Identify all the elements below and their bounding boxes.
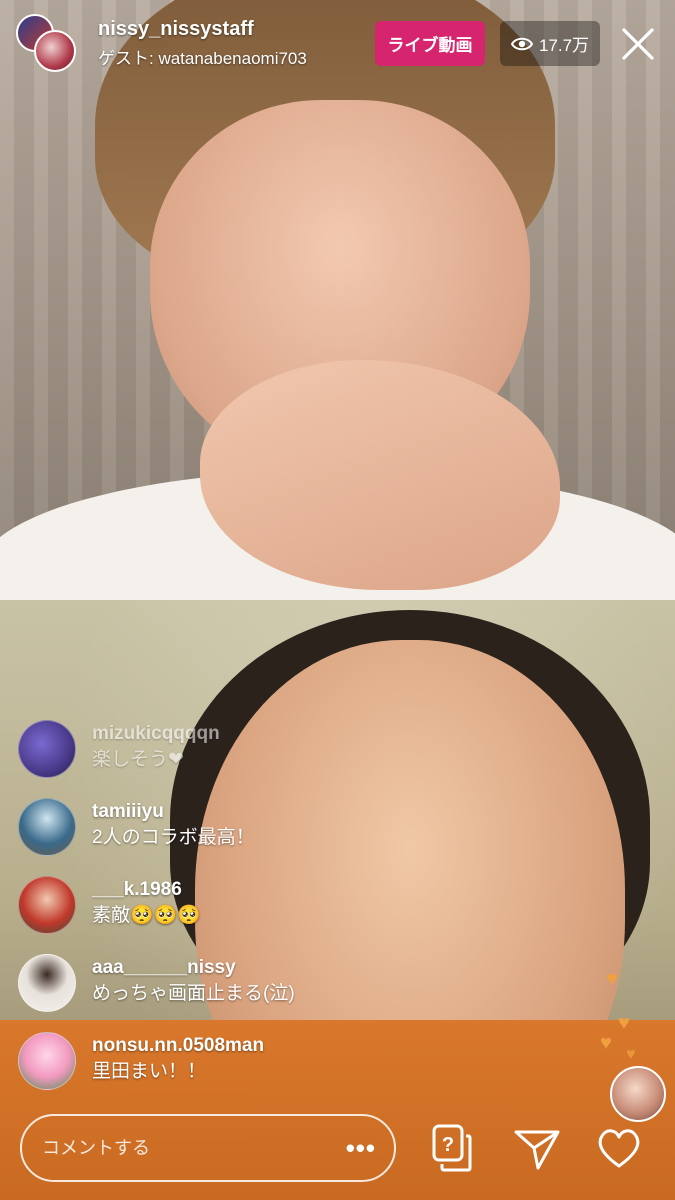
guest-mini-avatar[interactable] — [610, 1066, 666, 1122]
comment-text: 楽しそう❤ — [92, 749, 184, 770]
floating-heart-icon: ♥ — [626, 1046, 636, 1063]
commenter-avatar[interactable] — [18, 954, 76, 1012]
comment-item[interactable]: nonsu.nn.0508man 里田まい！！ — [18, 1032, 438, 1110]
comment-text: 2人のコラボ最高！ — [92, 827, 255, 848]
eye-icon — [510, 37, 533, 50]
comment-field[interactable]: ••• — [20, 1114, 396, 1182]
viewer-count: 17.7万 — [538, 36, 590, 55]
guest-label[interactable]: ゲスト: watanabenaomi703 — [98, 44, 307, 69]
comment-text: 里田まい！！ — [92, 1061, 207, 1082]
live-avatars[interactable] — [16, 14, 80, 74]
guest-avatar[interactable] — [34, 30, 76, 72]
commenter-avatar[interactable] — [18, 720, 76, 778]
commenter-username[interactable]: aaa______nissy — [92, 956, 295, 980]
comment-item[interactable]: tamiiiyu 2人のコラボ最高！ — [18, 798, 438, 876]
commenter-avatar[interactable] — [18, 1032, 76, 1090]
live-label: ライブ動画 — [387, 36, 473, 55]
floating-heart-icon: ♥ — [606, 968, 618, 990]
host-video — [0, 0, 675, 600]
viewer-count-badge[interactable]: 17.7万 — [500, 21, 600, 66]
svg-text:?: ? — [442, 1134, 454, 1156]
host-hand — [200, 360, 560, 590]
host-username[interactable]: nissy_nissystaff — [98, 18, 254, 41]
comment-item[interactable]: mizukicqqqqn 楽しそう❤ — [18, 720, 438, 798]
commenter-username[interactable]: mizukicqqqqn — [92, 722, 220, 746]
floating-heart-icon: ♥ — [600, 1032, 612, 1054]
comment-input[interactable] — [40, 1136, 346, 1160]
send-icon — [514, 1130, 560, 1170]
close-icon — [622, 28, 654, 60]
close-button[interactable] — [618, 24, 658, 64]
comment-text: めっちゃ画面止まる(泣) — [92, 983, 295, 1004]
question-box-icon: ? — [432, 1124, 472, 1172]
send-button[interactable] — [512, 1122, 562, 1174]
commenter-avatar[interactable] — [18, 876, 76, 934]
comment-feed[interactable]: mizukicqqqqn 楽しそう❤ tamiiiyu 2人のコラボ最高！ __… — [18, 720, 438, 1110]
like-button[interactable] — [594, 1122, 644, 1174]
comment-item[interactable]: ___k.1986 素敵🥺🥺🥺 — [18, 876, 438, 954]
comment-text: 素敵🥺🥺🥺 — [92, 905, 201, 926]
commenter-username[interactable]: ___k.1986 — [92, 878, 201, 902]
heart-icon — [598, 1129, 640, 1168]
commenter-username[interactable]: tamiiiyu — [92, 800, 255, 824]
question-button[interactable]: ? — [428, 1122, 478, 1174]
floating-heart-icon: ♥ — [618, 1012, 630, 1034]
more-icon[interactable]: ••• — [346, 1133, 376, 1164]
commenter-username[interactable]: nonsu.nn.0508man — [92, 1034, 264, 1058]
commenter-avatar[interactable] — [18, 798, 76, 856]
live-badge: ライブ動画 — [375, 21, 485, 66]
comment-item[interactable]: aaa______nissy めっちゃ画面止まる(泣) — [18, 954, 438, 1032]
